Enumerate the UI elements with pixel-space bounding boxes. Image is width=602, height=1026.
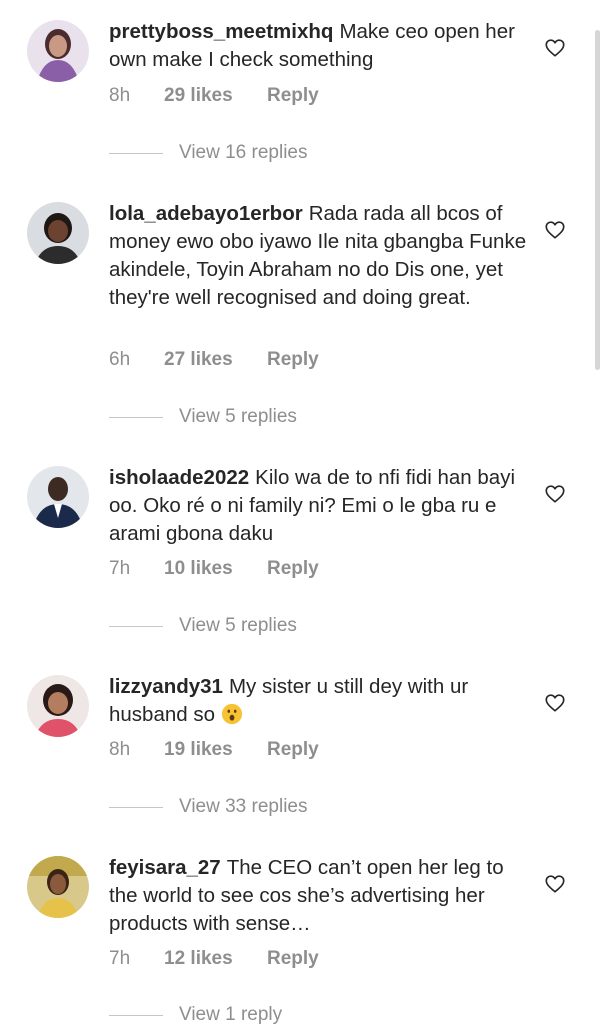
heart-icon[interactable] <box>544 219 566 241</box>
divider-line <box>109 625 163 627</box>
comment-likes[interactable]: 27 likes <box>164 349 267 371</box>
scrollbar[interactable] <box>595 30 600 370</box>
avatar[interactable] <box>27 202 89 264</box>
view-replies-label: View 16 replies <box>179 142 308 163</box>
reply-button[interactable]: Reply <box>267 739 319 760</box>
comment-username[interactable]: isholaade2022 <box>109 466 249 489</box>
comment-time: 7h <box>109 948 131 969</box>
heart-icon[interactable] <box>544 692 566 714</box>
divider-line <box>109 1014 163 1016</box>
comment-meta: 6h 27 likes Reply <box>109 349 319 371</box>
view-replies-button[interactable]: View 5 replies <box>109 406 297 428</box>
comment-likes[interactable]: 19 likes <box>164 739 267 761</box>
divider-line <box>109 806 163 808</box>
view-replies-button[interactable]: View 5 replies <box>109 615 297 637</box>
reply-button[interactable]: Reply <box>267 85 319 106</box>
avatar-woman-smiling-icon <box>27 675 89 737</box>
comment-likes[interactable]: 12 likes <box>164 948 267 970</box>
avatar[interactable] <box>27 675 89 737</box>
avatar[interactable] <box>27 466 89 528</box>
heart-icon[interactable] <box>544 483 566 505</box>
heart-icon[interactable] <box>544 873 566 895</box>
comment-likes[interactable]: 29 likes <box>164 85 267 107</box>
comment-username[interactable]: lola_adebayo1erbor <box>109 202 303 225</box>
avatar-woman-dark-icon <box>27 202 89 264</box>
comment-time: 6h <box>109 349 131 370</box>
comment-text-block: lola_adebayo1erbor Rada rada all bcos of … <box>109 200 529 312</box>
divider-line <box>109 152 163 154</box>
view-replies-button[interactable]: View 16 replies <box>109 142 308 164</box>
comment-time: 8h <box>109 739 131 760</box>
avatar-man-suit-icon <box>27 466 89 528</box>
avatar-woman-yellow-icon <box>27 856 89 918</box>
comment-username[interactable]: feyisara_27 <box>109 856 221 879</box>
comment-text-block: prettyboss_meetmixhq Make ceo open her ow… <box>109 18 529 74</box>
comment-likes[interactable]: 10 likes <box>164 558 267 580</box>
view-replies-label: View 5 replies <box>179 615 297 636</box>
astonished-face-icon <box>221 703 242 725</box>
comment-time: 8h <box>109 85 131 106</box>
view-replies-button[interactable]: View 33 replies <box>109 796 308 818</box>
avatar[interactable] <box>27 856 89 918</box>
heart-icon[interactable] <box>544 37 566 59</box>
comment-meta: 8h 19 likes Reply <box>109 739 319 761</box>
comment-text-block: lizzyandy31 My sister u still dey with ur… <box>109 673 529 729</box>
comment-text-block: feyisara_27 The CEO can’t open her leg to… <box>109 854 529 938</box>
comment-time: 7h <box>109 558 131 579</box>
comment-username[interactable]: prettyboss_meetmixhq <box>109 20 333 43</box>
reply-button[interactable]: Reply <box>267 349 319 370</box>
view-replies-label: View 5 replies <box>179 406 297 427</box>
view-replies-button[interactable]: View 1 reply <box>109 1004 282 1026</box>
comment-meta: 8h 29 likes Reply <box>109 85 319 107</box>
avatar[interactable] <box>27 20 89 82</box>
view-replies-label: View 1 reply <box>179 1004 283 1025</box>
divider-line <box>109 416 163 418</box>
comment-meta: 7h 10 likes Reply <box>109 558 319 580</box>
avatar-woman-purple-icon <box>27 20 89 82</box>
reply-button[interactable]: Reply <box>267 558 319 579</box>
comment-text-block: isholaade2022 Kilo wa de to nfi fidi han … <box>109 464 529 548</box>
comment-meta: 7h 12 likes Reply <box>109 948 319 970</box>
reply-button[interactable]: Reply <box>267 948 319 969</box>
view-replies-label: View 33 replies <box>179 796 308 817</box>
comment-username[interactable]: lizzyandy31 <box>109 675 223 698</box>
